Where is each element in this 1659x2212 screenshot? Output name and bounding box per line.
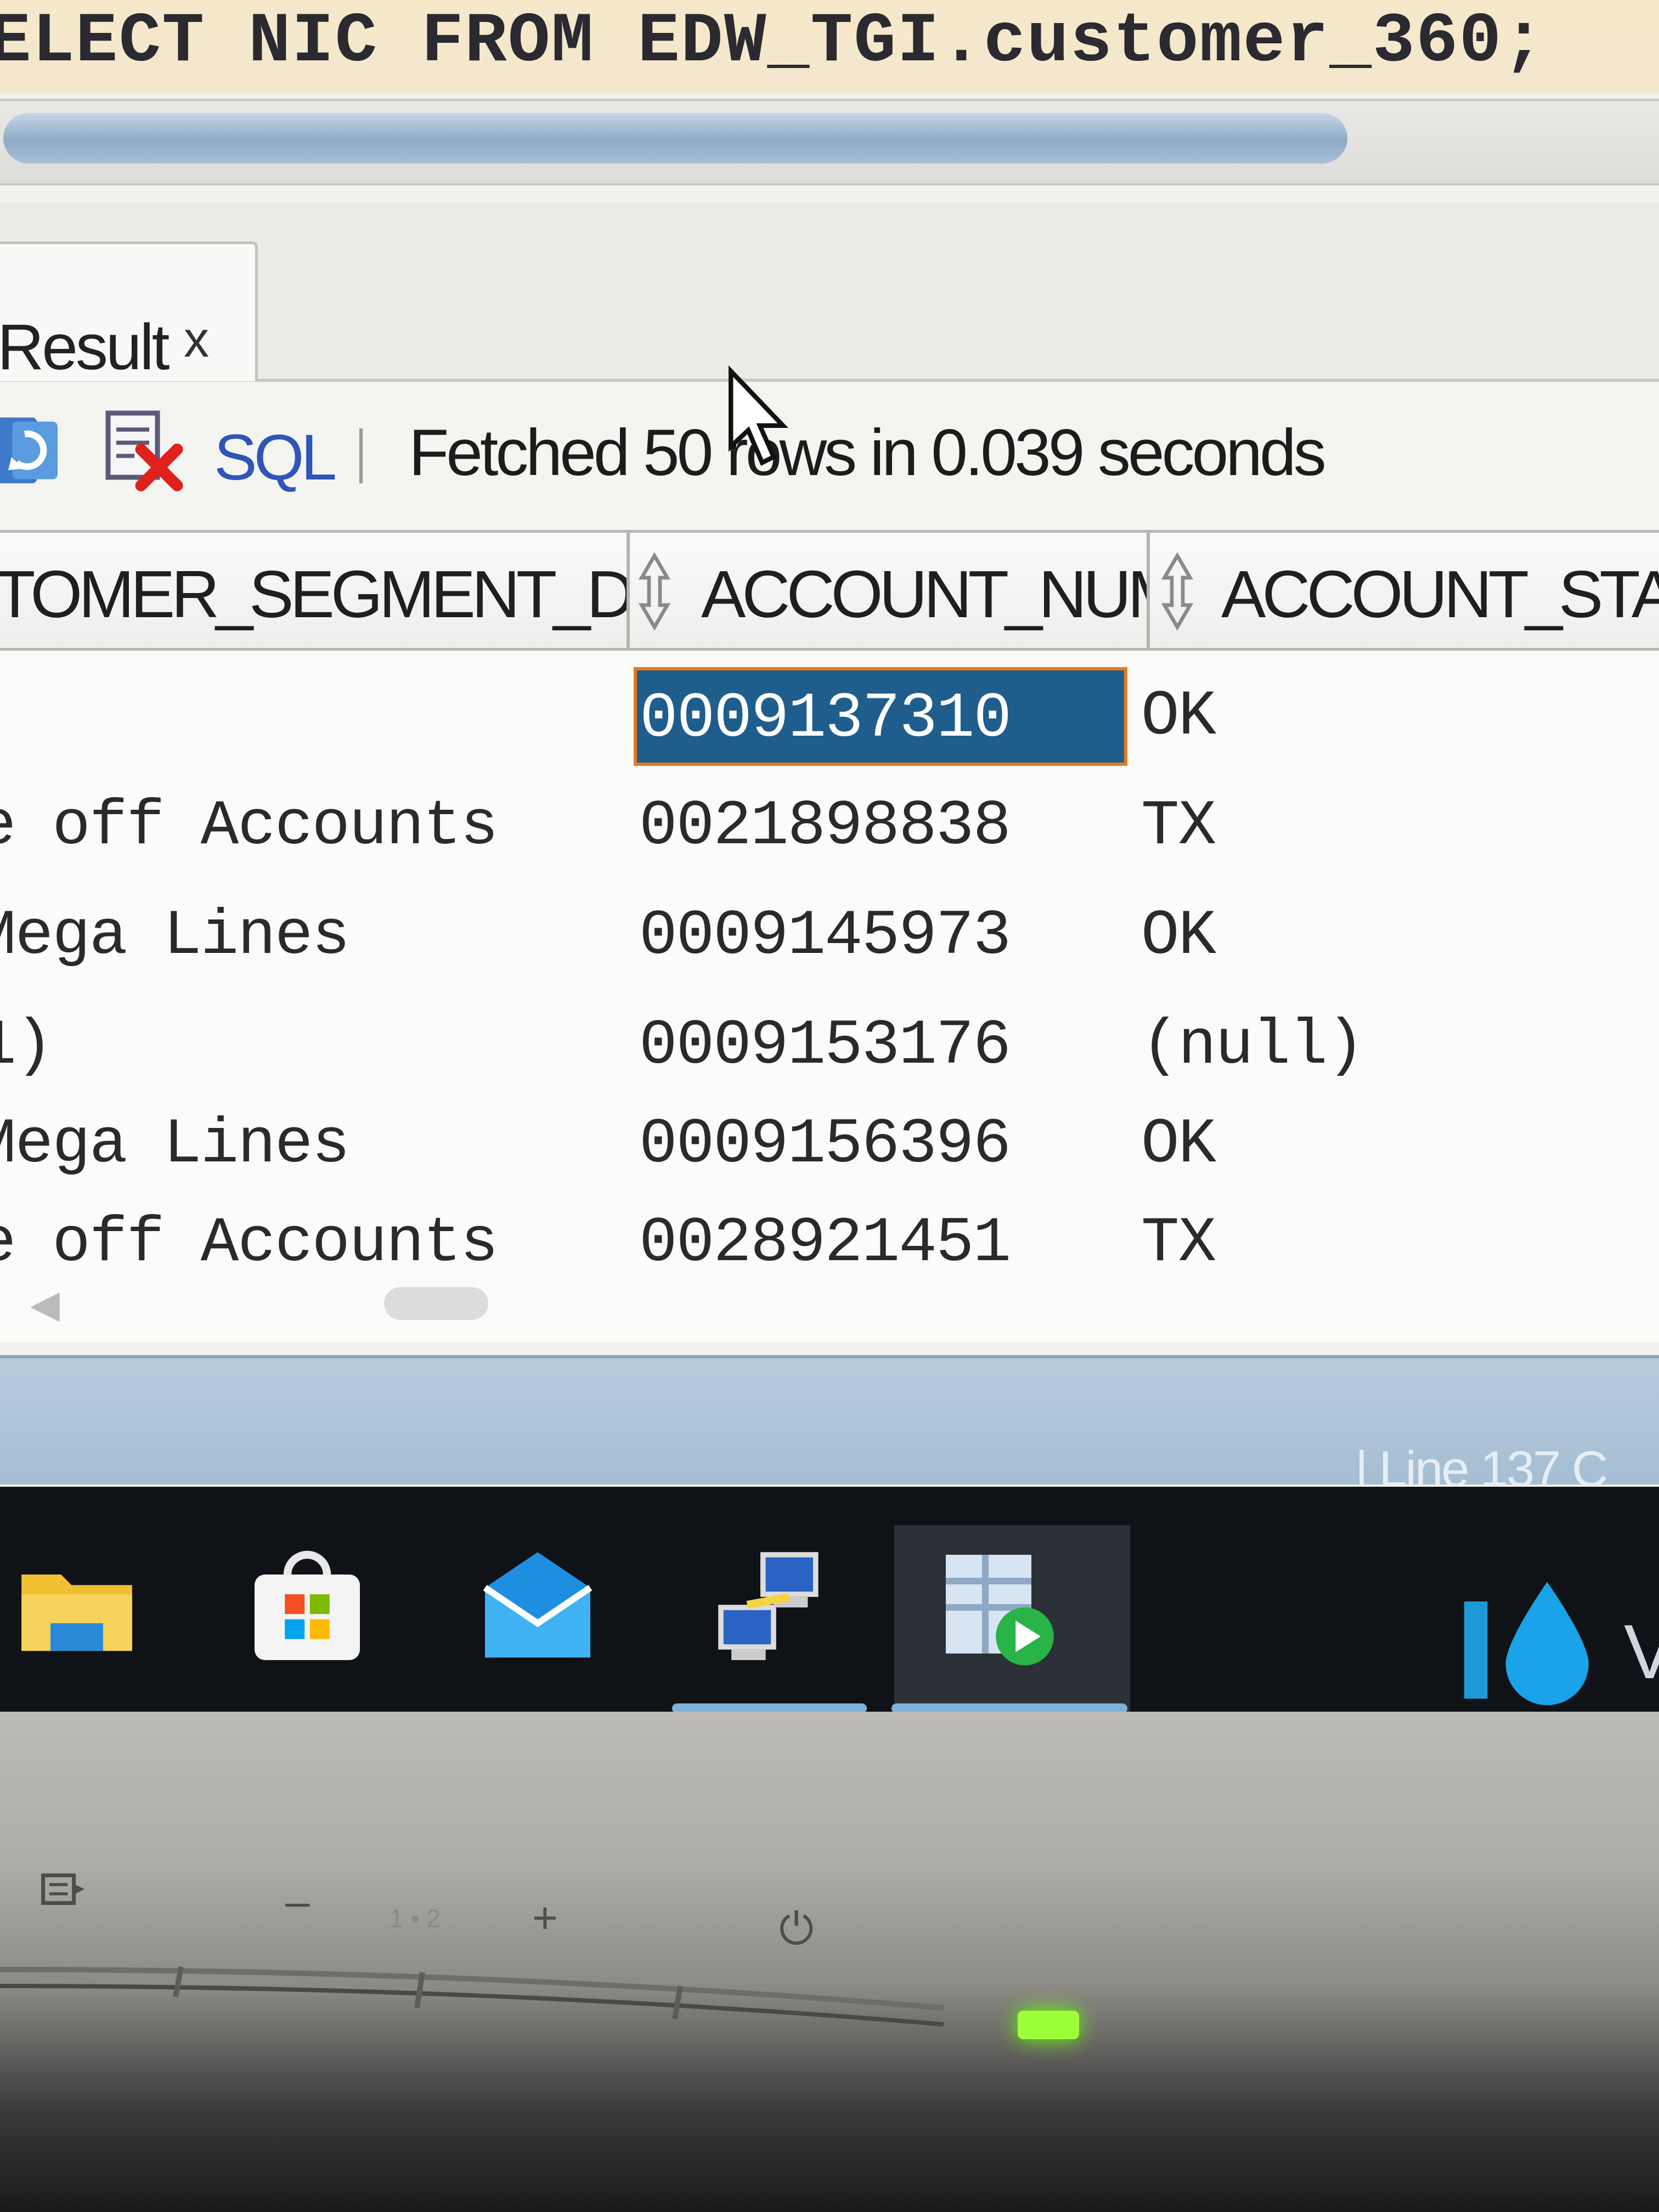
monitor-screen: ELECT NIC FROM EDW_TGI.customer_360; Res… (0, 0, 1659, 1712)
scroll-left-icon[interactable]: ◀ (30, 1282, 60, 1327)
cell-segment-desc[interactable]: e off Accounts (0, 1188, 499, 1298)
cell-segment-desc[interactable]: e off Accounts (0, 771, 499, 881)
sort-icon[interactable] (1158, 550, 1197, 633)
windows-taskbar: V (0, 1487, 1659, 1712)
grid-header: TOMER_SEGMENT_DESC ACCOUNT_NUM ACCOUNT_S… (0, 530, 1659, 651)
results-tab-strip: Result x (0, 203, 1659, 383)
monitor-buttons[interactable] (0, 1948, 966, 2030)
cell-segment-desc[interactable]: Mega Lines (0, 1090, 350, 1199)
mail-icon[interactable] (472, 1542, 603, 1673)
scrollbar-thumb[interactable] (3, 113, 1347, 163)
cell-account-status[interactable]: OK (1141, 881, 1216, 991)
cell-segment-desc[interactable]: Mega Lines (0, 881, 350, 991)
column-header-label: ACCOUNT_STAT (1221, 557, 1659, 631)
cell-account-status[interactable]: (null) (1141, 991, 1365, 1101)
power-led (1018, 2011, 1079, 2039)
network-icon[interactable] (708, 1542, 839, 1673)
sql-statement[interactable]: ELECT NIC FROM EDW_TGI.customer_360; (0, 2, 1545, 82)
column-header-account-status[interactable]: ACCOUNT_STAT (1150, 533, 1659, 648)
cell-account-status[interactable]: TX (1141, 1188, 1216, 1298)
results-toolbar: SQL Fetched 50 rows in 0.039 seconds (0, 365, 1659, 530)
table-row[interactable]: 0009137310 OK (0, 662, 1659, 771)
cell-account-num[interactable]: 0028921451 (639, 1188, 1011, 1298)
clear-grid-icon[interactable] (101, 404, 184, 492)
cell-account-num[interactable]: 0009153176 (639, 991, 1011, 1101)
minus-label: – (285, 1877, 310, 1926)
column-header-label: TOMER_SEGMENT_DESC (0, 557, 630, 631)
grid-horizontal-scroll-thumb[interactable] (384, 1287, 488, 1320)
toolbar-separator (359, 428, 363, 483)
mouse-pointer-icon (729, 365, 789, 466)
cell-segment-desc[interactable]: 1) (0, 991, 53, 1101)
editor-horizontal-scrollbar[interactable] (0, 99, 1659, 185)
table-row[interactable]: Mega Lines 0009145973 OK (0, 881, 1659, 991)
cell-account-num[interactable]: 0009145973 (639, 881, 1011, 991)
monitor-bezel: – 1 • 2 + ⏻ (0, 1712, 1659, 2212)
cell-account-num-selected[interactable]: 0009137310 (634, 667, 1127, 766)
results-grid[interactable]: TOMER_SEGMENT_DESC ACCOUNT_NUM ACCOUNT_S… (0, 530, 1659, 1342)
sql-developer-icon[interactable] (933, 1542, 1064, 1673)
status-bar: | Line 137 C (0, 1355, 1659, 1497)
sort-icon[interactable] (635, 550, 674, 633)
fetch-status-text: Fetched 50 rows in 0.039 seconds (409, 416, 1327, 489)
cell-account-status[interactable]: OK (1141, 1090, 1216, 1199)
cell-account-status[interactable]: TX (1141, 771, 1216, 881)
table-row[interactable]: 1) 0009153176 (null) (0, 991, 1659, 1101)
table-row[interactable]: e off Accounts 0028921451 TX (0, 1188, 1659, 1298)
active-window-indicator (891, 1703, 1127, 1712)
column-header-segment-desc[interactable]: TOMER_SEGMENT_DESC (0, 533, 630, 648)
tab-query-result[interactable]: Result x (0, 241, 258, 383)
plus-label: + (532, 1893, 558, 1942)
store-icon[interactable] (241, 1542, 373, 1673)
tray-text: V (1624, 1609, 1659, 1695)
table-row[interactable]: e off Accounts 0021898838 TX (0, 771, 1659, 881)
input-select-label: 1 • 2 (390, 1904, 441, 1933)
refresh-icon[interactable] (0, 409, 66, 492)
water-drop-icon[interactable] (1454, 1575, 1596, 1706)
sql-editor[interactable]: ELECT NIC FROM EDW_TGI.customer_360; (0, 0, 1659, 93)
column-header-account-num[interactable]: ACCOUNT_NUM (630, 533, 1150, 648)
view-sql-link[interactable]: SQL (214, 420, 337, 495)
close-tab-icon[interactable]: x (184, 311, 209, 369)
menu-icon (41, 1873, 85, 1905)
column-header-label: ACCOUNT_NUM (701, 557, 1150, 631)
tab-label: Result (0, 311, 170, 383)
file-explorer-icon[interactable] (11, 1542, 143, 1673)
cell-account-status[interactable]: OK (1141, 662, 1216, 771)
table-row[interactable]: Mega Lines 0009156396 OK (0, 1090, 1659, 1199)
running-indicator (672, 1703, 867, 1712)
cell-account-num[interactable]: 0009156396 (639, 1090, 1011, 1199)
cell-account-num[interactable]: 0021898838 (639, 771, 1011, 881)
